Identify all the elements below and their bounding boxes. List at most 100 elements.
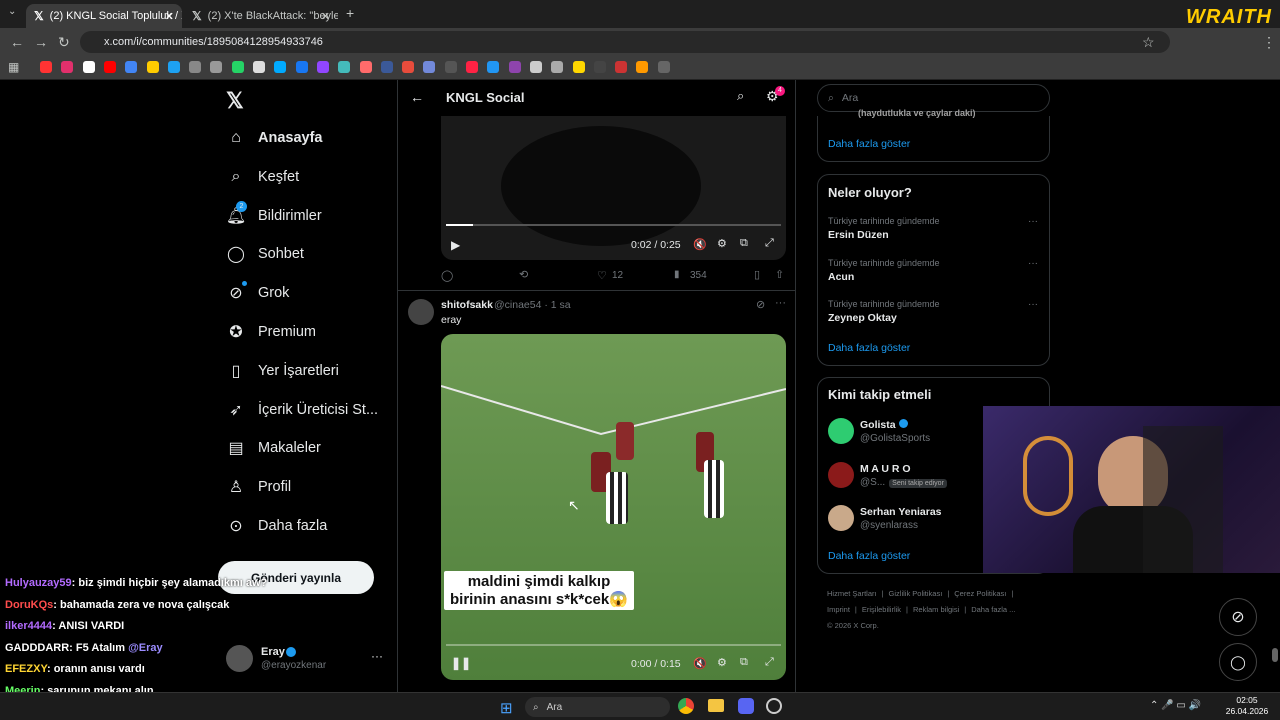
mute-icon[interactable]: 🔇 <box>693 238 707 251</box>
reply-icon[interactable]: ◯ <box>441 269 453 282</box>
bookmark-icon[interactable]: ▯ <box>754 268 760 281</box>
tab-active[interactable]: 𝕏 (2) KNGL Social Topluluk / X ✕ <box>26 4 182 28</box>
star-icon[interactable]: ☆ <box>1142 34 1155 51</box>
bookmark-favicon-icon[interactable] <box>402 61 415 73</box>
search-icon[interactable]: ⌕ <box>737 88 744 104</box>
account-switcher[interactable]: Eray @erayozkenar ··· <box>226 643 386 675</box>
share-icon[interactable]: ⇧ <box>775 268 784 281</box>
bookmark-favicon-icon[interactable] <box>61 61 74 73</box>
chrome-icon[interactable] <box>678 698 694 714</box>
trend-item[interactable]: Türkiye tarihinde gündemde Ersin Düzen ·… <box>828 216 1038 252</box>
bookmark-favicon-icon[interactable] <box>189 61 202 73</box>
bookmark-favicon-icon[interactable] <box>316 61 329 73</box>
pip-icon[interactable]: ⧉ <box>740 656 748 669</box>
grok-button[interactable]: ⊘ <box>1219 598 1257 636</box>
author-name[interactable]: shitofsakk <box>441 299 493 311</box>
back-arrow-icon[interactable]: ← <box>410 89 424 105</box>
bookmark-favicon-icon[interactable] <box>338 61 351 73</box>
footer-link[interactable]: Hizmet Şartları <box>827 589 877 598</box>
sidebar-item[interactable]: ⌂ Anasayfa <box>226 123 322 153</box>
footer-link[interactable]: Daha fazla ... <box>971 605 1015 614</box>
sidebar-item[interactable]: ⊙ Daha fazla <box>226 511 327 541</box>
bookmark-favicon-icon[interactable] <box>167 61 180 73</box>
like-icon[interactable]: ♡ <box>597 269 607 282</box>
bookmark-favicon-icon[interactable] <box>551 61 564 73</box>
footer-link[interactable]: Gizlilik Politikası <box>889 589 943 598</box>
bookmark-favicon-icon[interactable] <box>359 61 372 73</box>
folder-icon[interactable] <box>708 699 724 712</box>
footer-link[interactable]: Imprint <box>827 605 850 614</box>
close-icon[interactable]: ✕ <box>321 10 330 23</box>
bookmark-favicon-icon[interactable] <box>40 61 52 73</box>
trend-item[interactable]: Türkiye tarihinde gündemde Zeynep Oktay … <box>828 299 1038 335</box>
settings-icon[interactable]: ⚙ <box>717 237 727 250</box>
progress-track[interactable] <box>446 644 781 646</box>
bookmark-favicon-icon[interactable] <box>423 61 436 73</box>
more-icon[interactable]: ··· <box>1028 258 1038 269</box>
show-more-link[interactable]: Daha fazla göster <box>828 550 910 562</box>
bookmark-favicon-icon[interactable] <box>380 61 393 73</box>
sidebar-item[interactable]: 🔔︎ Bildirimler 2 <box>226 200 322 231</box>
mute-icon[interactable]: 🔇 <box>693 657 707 670</box>
video-player-1[interactable]: ▶ 0:02 / 0:25 🔇 ⚙ ⧉ ⤢ <box>441 116 786 260</box>
sidebar-item[interactable]: ⌕ Keşfet <box>226 162 300 192</box>
show-more-link[interactable]: Daha fazla göster <box>828 342 910 354</box>
bookmark-favicon-icon[interactable] <box>593 61 606 73</box>
bookmark-favicon-icon[interactable] <box>657 61 670 73</box>
show-more-link[interactable]: Daha fazla göster <box>828 138 910 150</box>
url-field[interactable]: x.com/i/communities/1895084128954933746 <box>80 31 1170 53</box>
bookmark-favicon-icon[interactable] <box>253 61 265 73</box>
clock[interactable]: 02:05 26.04.2026 <box>1222 695 1272 717</box>
sidebar-item[interactable]: ✪ Premium <box>226 317 316 347</box>
apps-icon[interactable]: ▦ <box>8 60 19 74</box>
bookmark-favicon-icon[interactable] <box>444 61 457 73</box>
fullscreen-icon[interactable]: ⤢ <box>765 656 774 669</box>
bookmark-favicon-icon[interactable] <box>508 61 521 73</box>
sidebar-item[interactable]: ⊘ Grok <box>226 278 289 308</box>
bookmark-favicon-icon[interactable] <box>466 61 478 73</box>
progress-track[interactable] <box>446 224 781 226</box>
more-icon[interactable]: ··· <box>1028 216 1038 227</box>
bookmark-favicon-icon[interactable] <box>295 61 308 73</box>
bookmark-favicon-icon[interactable] <box>146 61 159 73</box>
bookmark-favicon-icon[interactable] <box>82 61 95 73</box>
sidebar-item[interactable]: ➶ İçerik Üreticisi St... <box>226 395 378 425</box>
close-icon[interactable]: ✕ <box>165 10 174 23</box>
footer-link[interactable]: Çerez Politikası <box>954 589 1006 598</box>
pause-icon[interactable]: ❚❚ <box>451 656 471 670</box>
messages-button[interactable]: ◯ <box>1219 643 1257 681</box>
sidebar-item[interactable]: ♙ Profil <box>226 472 291 502</box>
menu-icon[interactable]: ⋮ <box>1262 34 1276 51</box>
new-tab-icon[interactable]: + <box>346 5 354 21</box>
bookmark-favicon-icon[interactable] <box>274 61 287 73</box>
bookmark-favicon-icon[interactable] <box>210 61 223 73</box>
more-icon[interactable]: ··· <box>775 297 786 309</box>
tab-list-icon[interactable]: ⌄ <box>8 6 16 17</box>
discord-icon[interactable] <box>738 698 754 714</box>
sidebar-item[interactable]: ▤ Makaleler <box>226 433 320 463</box>
video-player-2[interactable]: maldini şimdi kalkıp birinin anasını s*k… <box>441 334 786 680</box>
forward-icon[interactable]: → <box>34 34 48 50</box>
sidebar-item[interactable]: ▯ Yer İşaretleri <box>226 356 339 386</box>
reload-icon[interactable]: ↻ <box>58 34 70 51</box>
tray-icons[interactable]: ⌃ 🎤 ▭ 🔊 <box>1150 700 1201 711</box>
more-icon[interactable]: ··· <box>371 649 383 663</box>
settings-icon[interactable]: ⚙ <box>717 656 727 669</box>
grok-icon[interactable]: ⊘ <box>756 298 765 311</box>
views-icon[interactable]: ▮ <box>674 269 680 280</box>
tab-inactive[interactable]: 𝕏 (2) X'te BlackAttack: "beyler yan ✕ <box>184 4 338 28</box>
bookmark-favicon-icon[interactable] <box>125 61 138 73</box>
sidebar-item[interactable]: ◯ Sohbet <box>226 239 304 269</box>
bookmark-favicon-icon[interactable] <box>572 61 585 73</box>
footer-link[interactable]: Erişilebilirlik <box>862 605 901 614</box>
footer-link[interactable]: Reklam bilgisi <box>913 605 959 614</box>
scrollbar[interactable] <box>1272 648 1278 662</box>
bookmark-favicon-icon[interactable] <box>529 61 542 73</box>
app-icon[interactable] <box>766 698 782 714</box>
fullscreen-icon[interactable]: ⤢ <box>765 237 774 250</box>
bookmark-favicon-icon[interactable] <box>615 61 628 73</box>
bookmark-favicon-icon[interactable] <box>636 61 649 73</box>
play-icon[interactable]: ▶ <box>451 238 460 252</box>
taskbar-search[interactable]: ⌕ Ara <box>525 697 670 717</box>
avatar[interactable] <box>408 299 434 325</box>
